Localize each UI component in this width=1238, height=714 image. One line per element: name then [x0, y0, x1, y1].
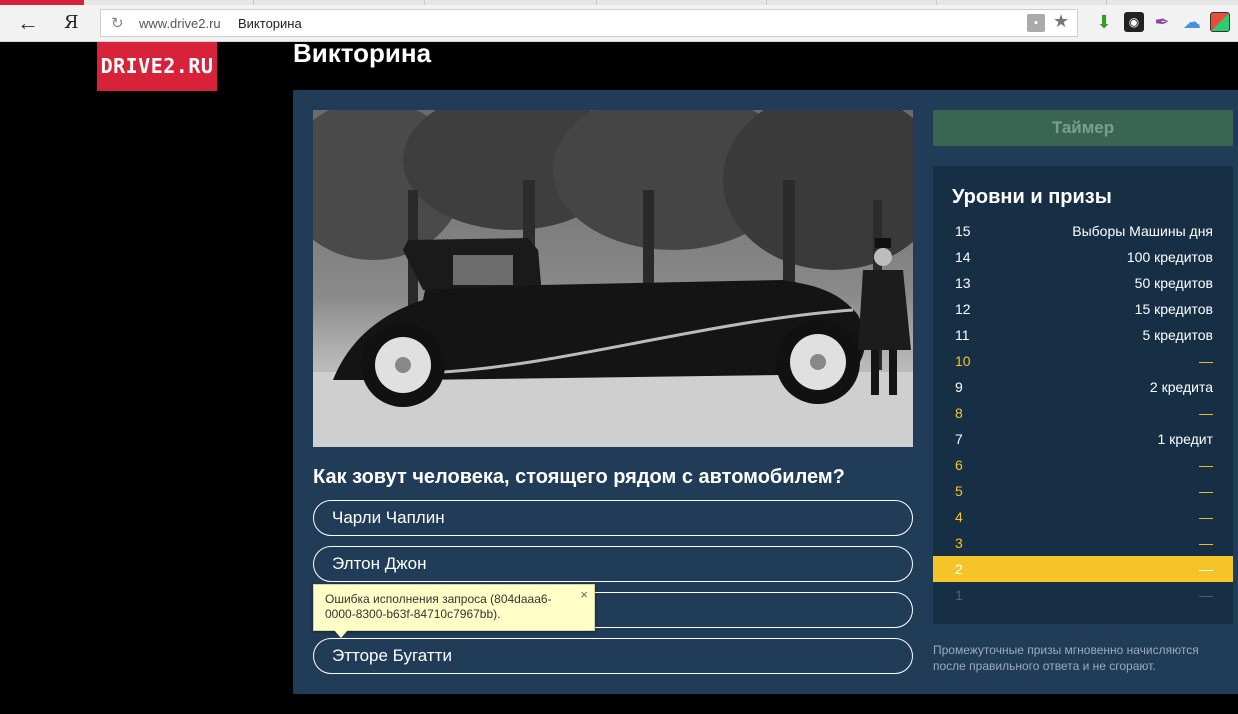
level-row: 9 2 кредита — [933, 374, 1233, 400]
tab-separator — [766, 0, 767, 5]
level-prize: Выборы Машины дня — [1072, 223, 1213, 239]
level-number: 5 — [955, 483, 963, 499]
level-row: 11 5 кредитов — [933, 322, 1233, 348]
level-number: 3 — [955, 535, 963, 551]
level-number: 1 — [955, 587, 963, 603]
browser-toolbar: ← Я ↻ www.drive2.ru Викторина ▪ ★ ⬇ ◉ ✒ … — [0, 0, 1238, 42]
close-icon[interactable]: × — [580, 587, 588, 602]
tab-strip — [0, 0, 1238, 5]
level-row: 15 Выборы Машины дня — [933, 218, 1233, 244]
question-text: Как зовут человека, стоящего рядом с авт… — [313, 466, 845, 488]
level-row: 13 50 кредитов — [933, 270, 1233, 296]
level-row: 14 100 кредитов — [933, 244, 1233, 270]
level-prize: — — [1199, 457, 1213, 473]
back-arrow-icon[interactable]: ← — [14, 10, 42, 36]
feather-extension-icon[interactable]: ✒ — [1152, 12, 1172, 32]
level-row: 8 — — [933, 400, 1233, 426]
error-tooltip: Ошибка исполнения запроса (804daaa6-0000… — [313, 584, 595, 638]
pin-extension-icon[interactable]: ◉ — [1124, 12, 1144, 32]
timer-button[interactable]: Таймер — [933, 110, 1233, 146]
url-page-title: Викторина — [238, 16, 302, 31]
level-number: 13 — [955, 275, 971, 291]
error-message: Ошибка исполнения запроса (804daaa6-0000… — [325, 592, 552, 621]
prizes-footnote: Промежуточные призы мгновенно начисляютс… — [933, 643, 1199, 673]
level-number: 7 — [955, 431, 963, 447]
tab-separator — [1106, 0, 1107, 5]
level-prize: 50 кредитов — [1134, 275, 1213, 291]
level-row: 4 — — [933, 504, 1233, 530]
level-number: 12 — [955, 301, 971, 317]
level-row: 7 1 кредит — [933, 426, 1233, 452]
level-prize: — — [1199, 353, 1213, 369]
level-row: 10 — — [933, 348, 1233, 374]
levels-title: Уровни и призы — [952, 186, 1112, 208]
answer-option-4[interactable]: Этторе Бугатти — [313, 638, 913, 674]
answer-option-2[interactable]: Элтон Джон — [313, 546, 913, 582]
quiz-car-photo — [313, 110, 913, 447]
level-prize: 15 кредитов — [1134, 301, 1213, 317]
cloud-extension-icon[interactable]: ☁ — [1182, 12, 1202, 32]
level-prize: — — [1199, 405, 1213, 421]
level-prize: 5 кредитов — [1142, 327, 1213, 343]
level-prize: 2 кредита — [1149, 379, 1213, 395]
level-prize: — — [1199, 587, 1213, 603]
url-host: www.drive2.ru — [139, 16, 221, 31]
level-row: 6 — — [933, 452, 1233, 478]
active-tab[interactable] — [0, 0, 84, 5]
reload-icon[interactable]: ↻ — [111, 14, 124, 32]
level-row: 1 — — [933, 582, 1233, 608]
answer-option-1[interactable]: Чарли Чаплин — [313, 500, 913, 536]
level-prize: — — [1199, 483, 1213, 499]
level-row: 12 15 кредитов — [933, 296, 1233, 322]
level-number: 10 — [955, 353, 971, 369]
yandex-logo[interactable]: Я — [64, 12, 79, 33]
level-number: 6 — [955, 457, 963, 473]
level-row: 3 — — [933, 530, 1233, 556]
address-bar[interactable]: ↻ www.drive2.ru Викторина ▪ ★ — [100, 9, 1078, 37]
level-number: 2 — [955, 561, 963, 577]
levels-and-prizes-box: Уровни и призы 15 Выборы Машины дня 14 1… — [933, 166, 1233, 624]
level-row-current: 2 — — [933, 556, 1233, 582]
level-number: 4 — [955, 509, 963, 525]
grid-extension-icon[interactable] — [1210, 12, 1230, 32]
site-logo[interactable]: DRIVE2.RU — [97, 42, 217, 91]
tab-separator — [596, 0, 597, 5]
level-prize: — — [1199, 561, 1213, 577]
tab-separator — [936, 0, 937, 5]
lock-icon[interactable]: ▪ — [1027, 14, 1045, 32]
level-prize: 100 кредитов — [1126, 249, 1213, 265]
tooltip-arrow — [334, 630, 348, 638]
level-prize: — — [1199, 535, 1213, 551]
bookmark-star-icon[interactable]: ★ — [1053, 11, 1069, 32]
level-number: 9 — [955, 379, 963, 395]
level-prize: — — [1199, 509, 1213, 525]
level-number: 14 — [955, 249, 971, 265]
tab-separator — [424, 0, 425, 5]
level-number: 11 — [955, 327, 970, 343]
level-number: 8 — [955, 405, 963, 421]
download-extension-icon[interactable]: ⬇ — [1094, 12, 1114, 32]
tab-separator — [253, 0, 254, 5]
page-title: Викторина — [293, 38, 432, 68]
car-photo-illustration — [313, 110, 913, 447]
level-number: 15 — [955, 223, 971, 239]
level-row: 5 — — [933, 478, 1233, 504]
level-prize: 1 кредит — [1157, 431, 1213, 447]
